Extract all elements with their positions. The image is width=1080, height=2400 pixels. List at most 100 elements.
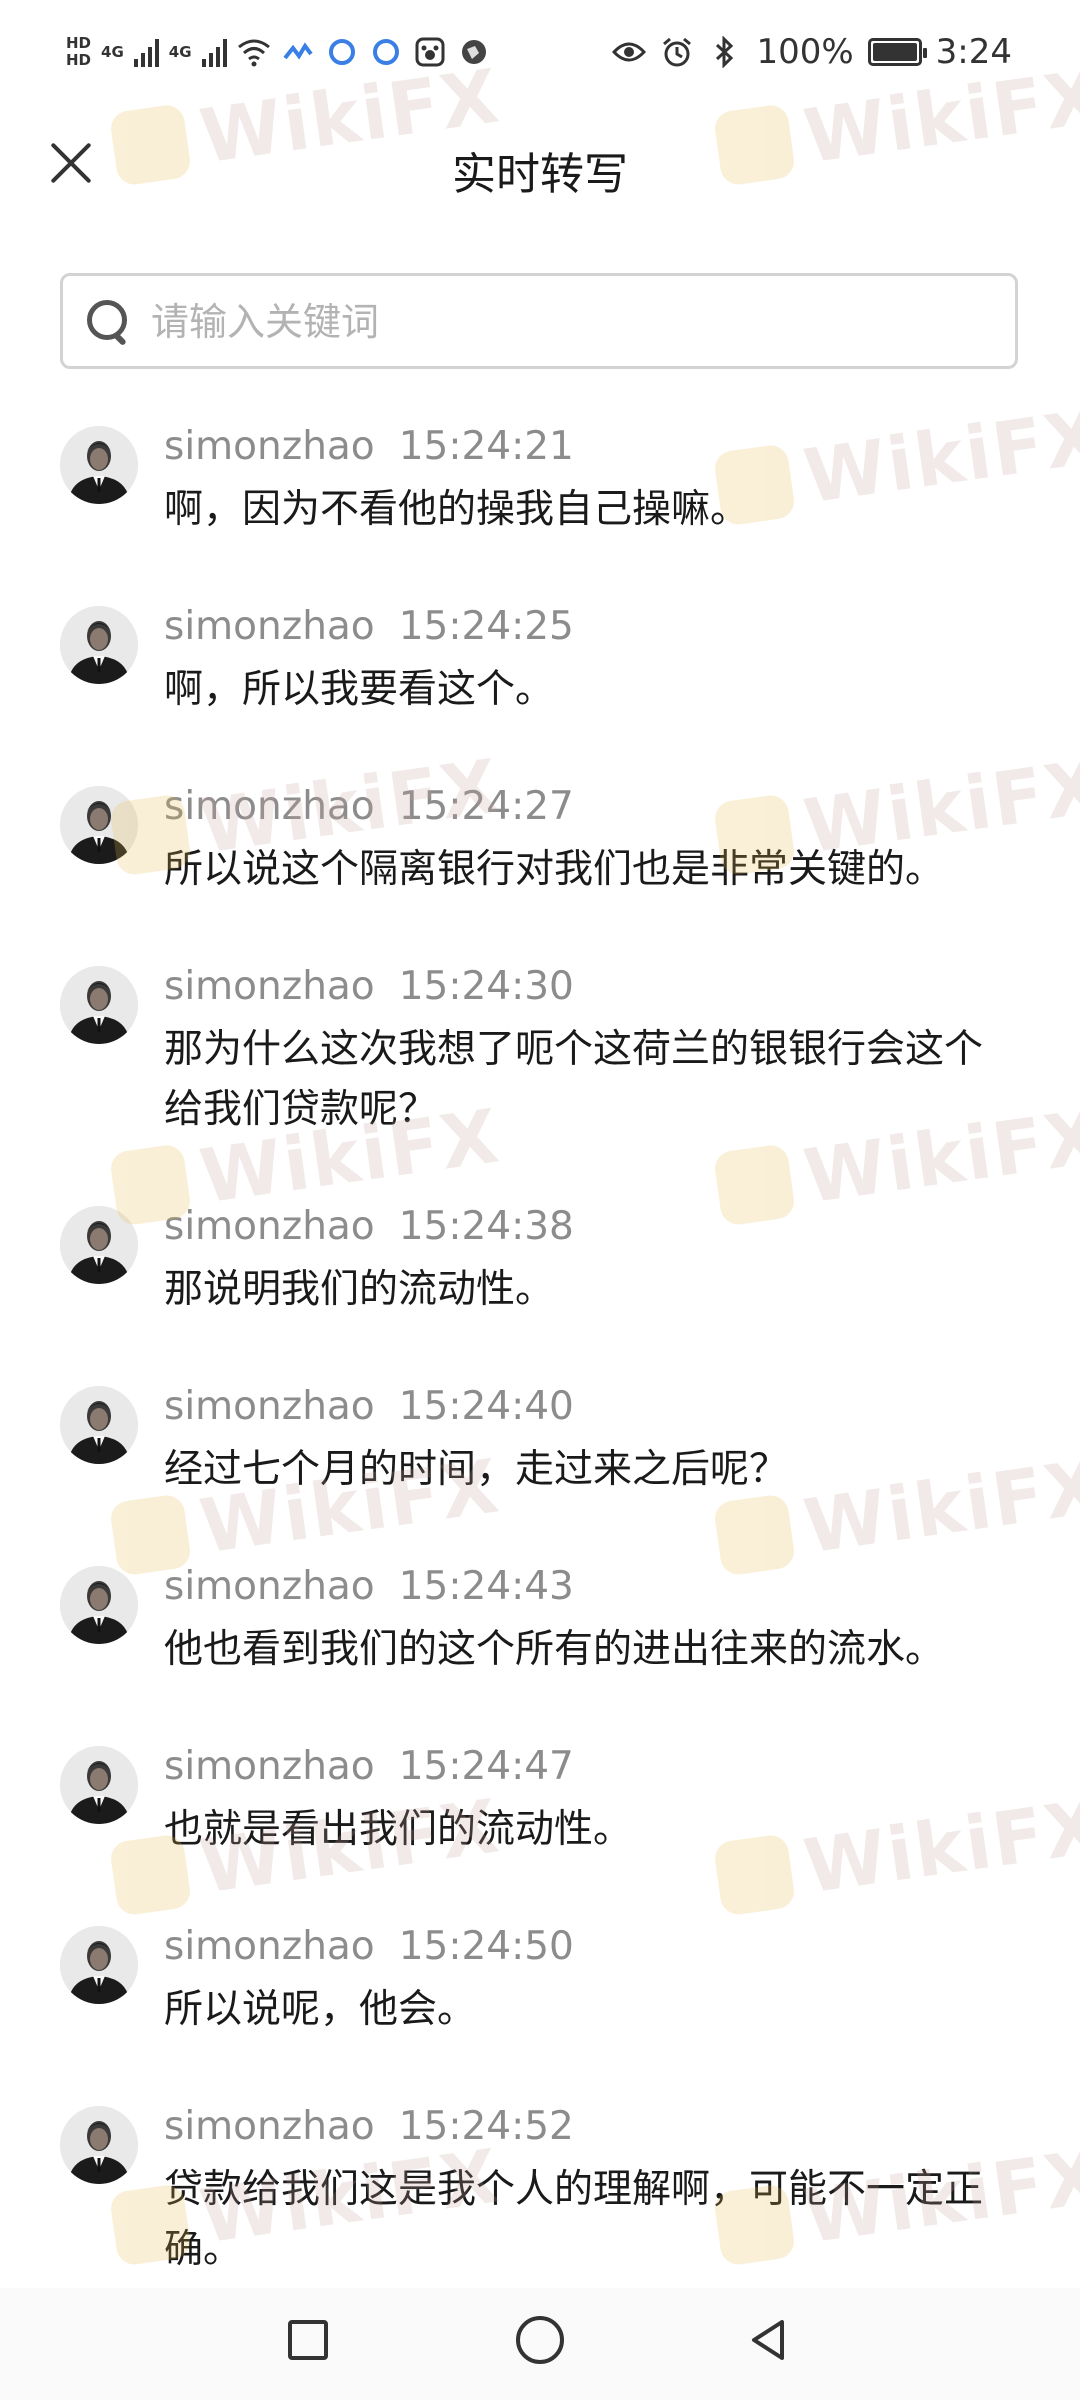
avatar	[60, 1746, 138, 1824]
message-time: 15:24:50	[398, 1924, 574, 1969]
transcript-list[interactable]: simonzhao 15:24:21 啊，因为不看他的操我自己操嘛。 simonzha…	[0, 404, 1080, 2324]
user-avatar-image	[60, 2106, 138, 2184]
network-label-2: 4G	[168, 42, 192, 61]
top-app-bar: 实时转写	[0, 104, 1080, 234]
wifi-icon	[237, 35, 271, 69]
message-item[interactable]: simonzhao 15:24:27 所以说这个隔离银行对我们也是非常关键的。	[0, 764, 1080, 944]
user-avatar-image	[60, 786, 138, 864]
speaker-name: simonzhao	[164, 1384, 375, 1429]
message-body: simonzhao 15:24:25 啊，所以我要看这个。	[164, 584, 1004, 764]
message-text: 他也看到我们的这个所有的进出往来的流水。	[164, 1627, 945, 1672]
system-nav-bar	[0, 2288, 1080, 2400]
user-avatar-image	[60, 606, 138, 684]
message-meta: simonzhao 15:24:30	[164, 956, 1004, 1018]
message-meta: simonzhao 15:24:47	[164, 1736, 1004, 1798]
message-body: simonzhao 15:24:40 经过七个月的时间，走过来之后呢？	[164, 1364, 1004, 1544]
message-item[interactable]: simonzhao 15:24:50 所以说呢，他会。	[0, 1904, 1080, 2084]
avatar	[60, 1206, 138, 1284]
avatar	[60, 606, 138, 684]
network-label-1: 4G	[101, 42, 124, 61]
search-box[interactable]	[60, 273, 1018, 369]
speaker-name: simonzhao	[164, 964, 375, 1009]
message-text: 啊，因为不看他的操我自己操嘛。	[164, 487, 750, 532]
speaker-name: simonzhao	[164, 1744, 375, 1789]
message-time: 15:24:21	[398, 424, 574, 469]
speaker-name: simonzhao	[164, 1564, 375, 1609]
message-item[interactable]: simonzhao 15:24:38 那说明我们的流动性。	[0, 1184, 1080, 1364]
message-time: 15:24:47	[398, 1744, 574, 1789]
chat-app-icon-2	[369, 35, 403, 69]
hd-label: HD HD	[66, 34, 92, 69]
avatar	[60, 1386, 138, 1464]
speaker-name: simonzhao	[164, 2104, 375, 2149]
message-body: simonzhao 15:24:50 所以说呢，他会。	[164, 1904, 1004, 2084]
avatar	[60, 1926, 138, 2004]
status-time: 3:24	[935, 32, 1012, 72]
bluetooth-icon	[708, 35, 742, 69]
message-body: simonzhao 15:24:21 啊，因为不看他的操我自己操嘛。	[164, 404, 1004, 584]
message-meta: simonzhao 15:24:25	[164, 596, 1004, 658]
globe-app-icon	[457, 35, 491, 69]
message-item[interactable]: simonzhao 15:24:25 啊，所以我要看这个。	[0, 584, 1080, 764]
status-left: HD HD 4G 4G	[66, 30, 491, 74]
message-item[interactable]: simonzhao 15:24:47 也就是看出我们的流动性。	[0, 1724, 1080, 1904]
message-body: simonzhao 15:24:43 他也看到我们的这个所有的进出往来的流水。	[164, 1544, 1004, 1724]
message-time: 15:24:27	[398, 784, 574, 829]
user-avatar-image	[60, 1386, 138, 1464]
avatar	[60, 426, 138, 504]
speaker-name: simonzhao	[164, 604, 375, 649]
message-time: 15:24:43	[398, 1564, 574, 1609]
status-bar: HD HD 4G 4G 100% 3:24	[0, 0, 1080, 104]
message-time: 15:24:38	[398, 1204, 574, 1249]
message-item[interactable]: simonzhao 15:24:40 经过七个月的时间，走过来之后呢？	[0, 1364, 1080, 1544]
avatar	[60, 1566, 138, 1644]
message-item[interactable]: simonzhao 15:24:30 那为什么这次我想了呃个这荷兰的银银行会这个给我…	[0, 944, 1080, 1184]
user-avatar-image	[60, 1566, 138, 1644]
user-avatar-image	[60, 1746, 138, 1824]
triangle-back-icon	[752, 2320, 784, 2360]
message-text: 也就是看出我们的流动性。	[164, 1807, 633, 1852]
home-button[interactable]	[516, 2316, 564, 2364]
message-time: 15:24:25	[398, 604, 574, 649]
status-right: 100% 3:24	[612, 30, 1012, 74]
alarm-icon	[660, 35, 694, 69]
message-text: 所以说呢，他会。	[164, 1987, 477, 2032]
signal-icon	[133, 37, 159, 67]
message-meta: simonzhao 15:24:43	[164, 1556, 1004, 1618]
message-text: 啊，所以我要看这个。	[164, 667, 555, 712]
message-meta: simonzhao 15:24:27	[164, 776, 1004, 838]
battery-icon	[867, 38, 927, 66]
message-meta: simonzhao 15:24:21	[164, 416, 1004, 478]
message-meta: simonzhao 15:24:50	[164, 1916, 1004, 1978]
recent-apps-button[interactable]	[288, 2320, 328, 2360]
message-item[interactable]: simonzhao 15:24:21 啊，因为不看他的操我自己操嘛。	[0, 404, 1080, 584]
chat-app-icon	[325, 35, 359, 69]
paw-app-icon	[413, 35, 447, 69]
search-input[interactable]	[149, 276, 973, 368]
eye-icon	[612, 35, 647, 69]
battery-percent: 100%	[756, 32, 854, 72]
avatar	[60, 2106, 138, 2184]
message-text: 经过七个月的时间，走过来之后呢？	[164, 1447, 789, 1492]
message-time: 15:24:40	[398, 1384, 574, 1429]
user-avatar-image	[60, 966, 138, 1044]
message-body: simonzhao 15:24:38 那说明我们的流动性。	[164, 1184, 1004, 1364]
speaker-name: simonzhao	[164, 1204, 375, 1249]
speaker-name: simonzhao	[164, 784, 375, 829]
speaker-name: simonzhao	[164, 1924, 375, 1969]
app-notification-icon	[281, 35, 315, 69]
message-time: 15:24:52	[398, 2104, 574, 2149]
message-text: 所以说这个隔离银行对我们也是非常关键的。	[164, 847, 945, 892]
message-meta: simonzhao 15:24:40	[164, 1376, 1004, 1438]
search-icon	[87, 300, 131, 344]
avatar	[60, 966, 138, 1044]
message-meta: simonzhao 15:24:38	[164, 1196, 1004, 1258]
user-avatar-image	[60, 1206, 138, 1284]
message-meta: simonzhao 15:24:52	[164, 2096, 1004, 2158]
message-time: 15:24:30	[398, 964, 574, 1009]
back-button[interactable]	[746, 2316, 794, 2364]
message-text: 那为什么这次我想了呃个这荷兰的银银行会这个给我们贷款呢？	[164, 1027, 984, 1132]
message-text: 那说明我们的流动性。	[164, 1267, 555, 1312]
page-title: 实时转写	[452, 149, 628, 200]
message-item[interactable]: simonzhao 15:24:43 他也看到我们的这个所有的进出往来的流水。	[0, 1544, 1080, 1724]
